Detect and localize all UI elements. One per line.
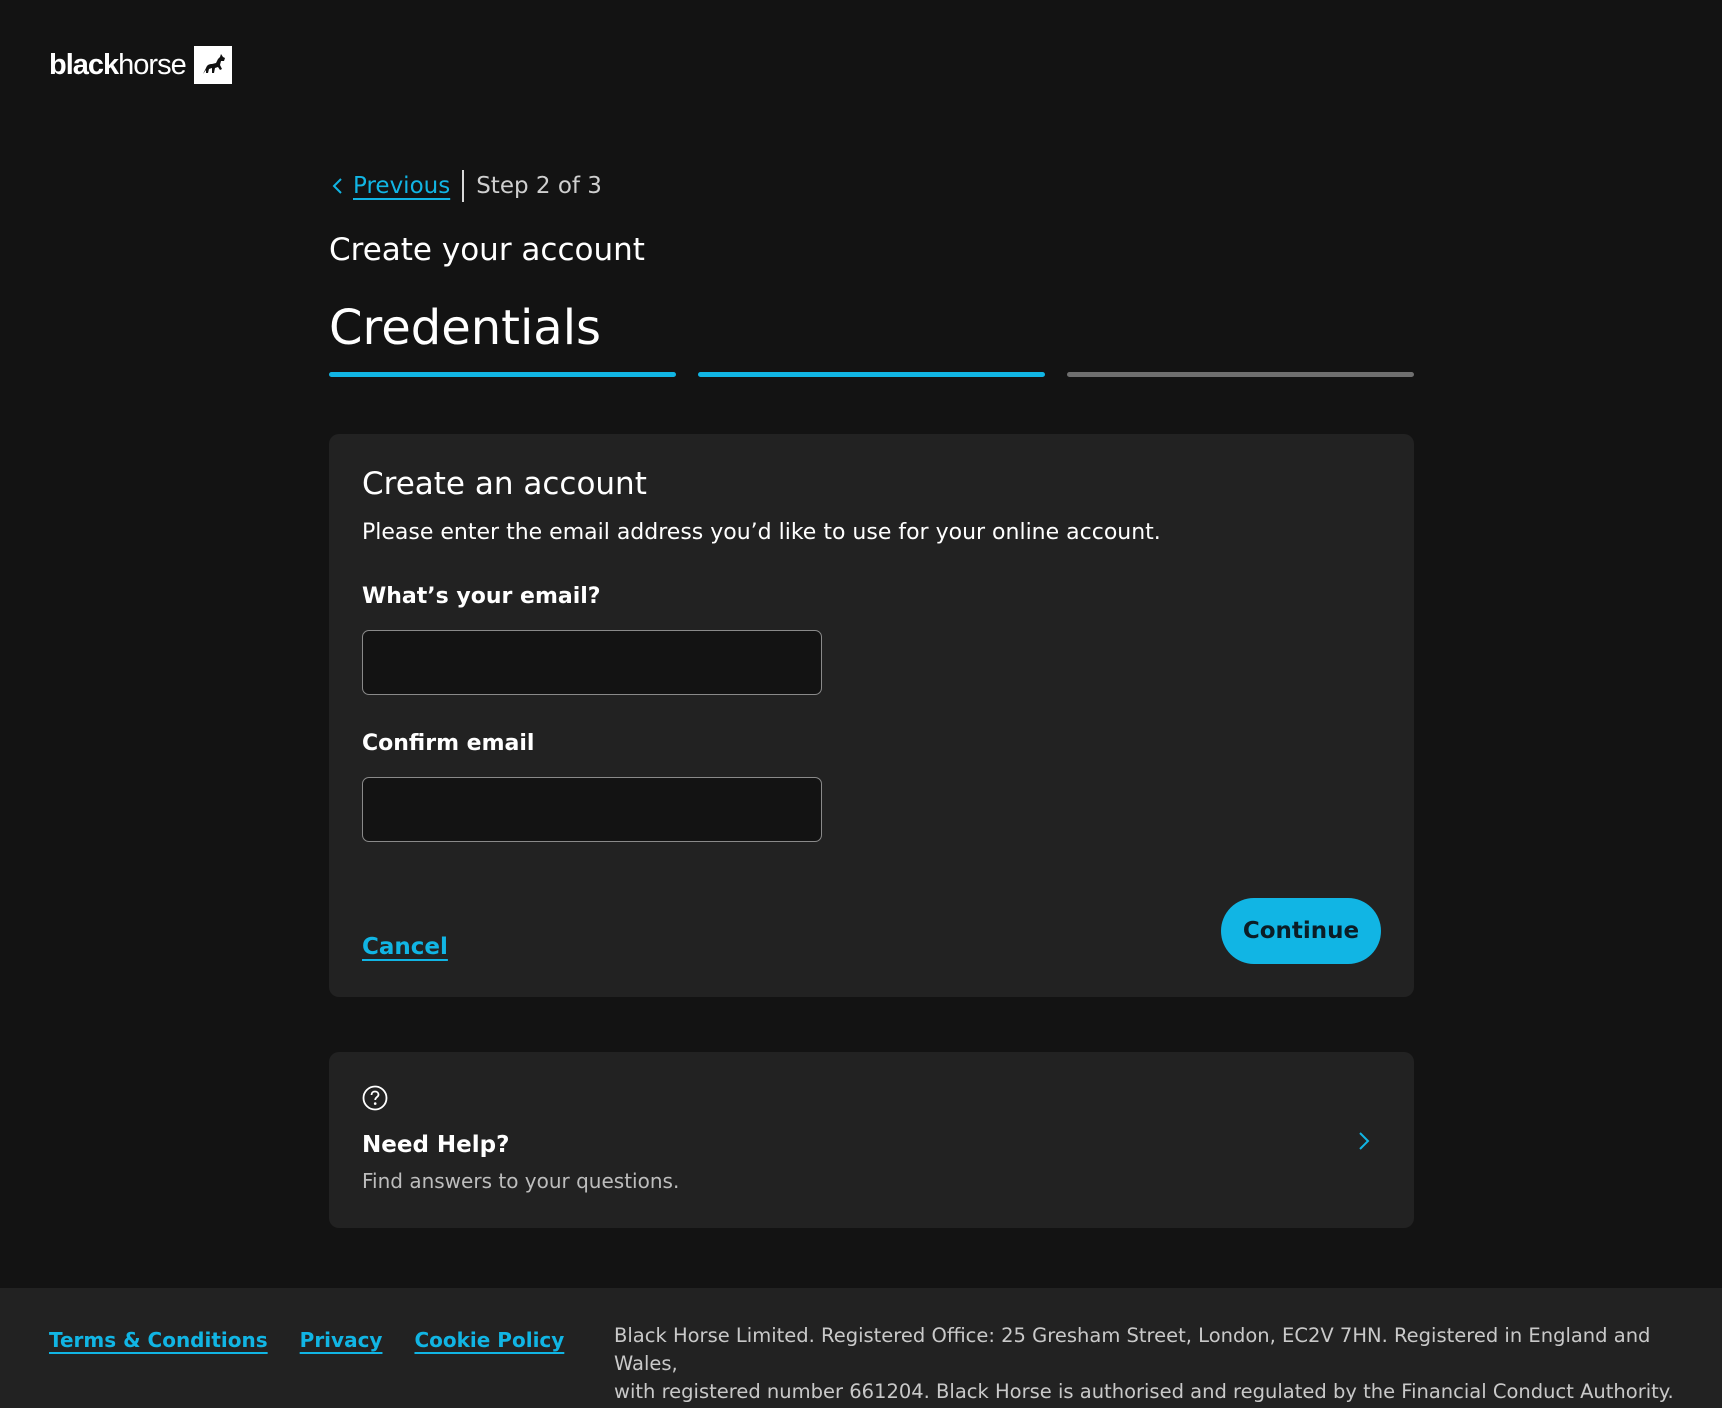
chevron-right-icon[interactable] [1356,1129,1372,1153]
terms-link[interactable]: Terms & Conditions [49,1328,268,1352]
help-title: Need Help? [362,1132,510,1158]
step-navigation: Previous Step 2 of 3 [329,168,602,204]
legal-line-2: with registered number 661204. Black Hor… [614,1380,1674,1403]
confirm-email-input[interactable] [362,777,822,842]
step-progress-bar [329,372,1414,378]
cancel-link[interactable]: Cancel [362,934,448,960]
footer: Terms & Conditions Privacy Cookie Policy… [0,1288,1722,1408]
footer-links: Terms & Conditions Privacy Cookie Policy [49,1328,564,1352]
progress-segment-3 [1067,372,1414,377]
continue-button[interactable]: Continue [1221,898,1381,964]
brand-wordmark: blackhorse [49,48,187,81]
card-title: Create an account [362,466,647,502]
step-indicator: Step 2 of 3 [476,173,602,199]
progress-segment-1 [329,372,676,377]
need-help-card[interactable]: Need Help? Find answers to your question… [329,1052,1414,1228]
card-description: Please enter the email address you’d lik… [362,520,1161,545]
step-divider [462,170,465,202]
privacy-link[interactable]: Privacy [300,1328,383,1352]
legal-line-1: Black Horse Limited. Registered Office: … [614,1324,1651,1375]
page-subtitle: Create your account [329,232,645,268]
page: blackhorse Previous Step 2 of 3 Create y… [0,0,1722,1408]
horse-icon [193,46,232,84]
footer-legal-text: Black Horse Limited. Registered Office: … [614,1322,1674,1406]
create-account-card: Create an account Please enter the email… [329,434,1414,997]
email-label: What’s your email? [362,584,601,609]
question-circle-icon [362,1085,388,1111]
help-subtitle: Find answers to your questions. [362,1169,680,1193]
email-input[interactable] [362,630,822,695]
page-title: Credentials [329,300,602,356]
confirm-email-label: Confirm email [362,731,535,756]
brand-logo[interactable]: blackhorse [49,46,232,84]
progress-segment-2 [698,372,1045,377]
cookie-policy-link[interactable]: Cookie Policy [414,1328,564,1352]
previous-link[interactable]: Previous [353,173,450,199]
chevron-left-icon[interactable] [329,176,347,196]
